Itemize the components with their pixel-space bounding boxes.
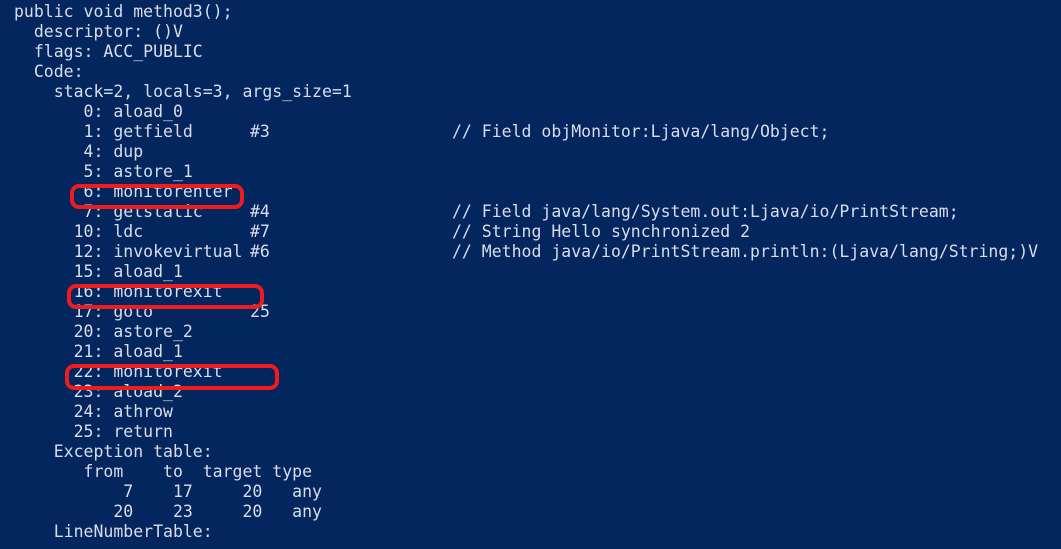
terminal-window: public void method3(); descriptor: ()V f… xyxy=(0,0,1061,549)
code-line: 0: aload_0 xyxy=(0,102,1061,122)
code-line-text: Code: xyxy=(14,62,84,81)
code-line-text: flags: ACC_PUBLIC xyxy=(14,42,203,61)
code-line: 24: athrow xyxy=(0,402,1061,422)
code-line-text: 20: astore_2 xyxy=(14,322,193,341)
code-line: 22: monitorexit xyxy=(0,362,1061,382)
code-line: 17: goto 25 xyxy=(0,302,1061,322)
code-line-text: 6: monitorenter xyxy=(14,182,233,201)
code-line: 20: astore_2 xyxy=(0,322,1061,342)
code-line-text: 21: aload_1 xyxy=(14,342,183,361)
code-line: stack=2, locals=3, args_size=1 xyxy=(0,82,1061,102)
bytecode-comment: // Field java/lang/System.out:Ljava/io/P… xyxy=(452,202,959,221)
code-line-text: 4: dup xyxy=(14,142,144,161)
code-line-text: 10: ldc xyxy=(14,222,144,241)
code-line-text: 24: athrow xyxy=(14,402,173,421)
constant-pool-operand: #4 xyxy=(250,202,270,221)
code-line-text: 0: aload_0 xyxy=(14,102,183,121)
code-line: 15: aload_1 xyxy=(0,262,1061,282)
code-line-text: Exception table: xyxy=(14,442,213,461)
code-line: public void method3(); xyxy=(0,2,1061,22)
code-line-text: 15: aload_1 xyxy=(14,262,183,281)
code-line-text: from to target type xyxy=(14,462,313,481)
code-line-text: 1: getfield xyxy=(14,122,193,141)
code-line: 21: aload_1 xyxy=(0,342,1061,362)
code-line: 5: astore_1 xyxy=(0,162,1061,182)
constant-pool-operand: #3 xyxy=(250,122,270,141)
code-line: 12: invokevirtual #6 // Method java/io/Pri… xyxy=(0,242,1061,262)
code-line: 23: aload_2 xyxy=(0,382,1061,402)
code-line: 25: return xyxy=(0,422,1061,442)
code-line-text: 22: monitorexit xyxy=(14,362,223,381)
code-line-text: descriptor: ()V xyxy=(14,22,183,41)
code-line-text: 23: aload_2 xyxy=(14,382,183,401)
code-line: 6: monitorenter xyxy=(0,182,1061,202)
branch-target-operand: 25 xyxy=(250,302,270,321)
code-line: Code: xyxy=(0,62,1061,82)
code-line-text: public void method3(); xyxy=(14,2,233,21)
code-line-text: 12: invokevirtual xyxy=(14,242,243,261)
bytecode-comment: // String Hello synchronized 2 xyxy=(452,222,751,241)
code-line: 1: getfield #3 // Field objMonitor:Ljava/l… xyxy=(0,122,1061,142)
code-line-text: 25: return xyxy=(14,422,173,441)
code-line: LineNumberTable: xyxy=(0,522,1061,542)
code-line-text: 16: monitorexit xyxy=(14,282,223,301)
code-line: 20 23 20 any xyxy=(0,502,1061,522)
bytecode-comment: // Method java/io/PrintStream.println:(L… xyxy=(452,242,1039,261)
code-line: 16: monitorexit xyxy=(0,282,1061,302)
code-line-text: LineNumberTable: xyxy=(14,522,213,541)
code-line: Exception table: xyxy=(0,442,1061,462)
code-line-text: 7 17 20 any xyxy=(14,482,322,501)
code-line-text: 7: getstatic xyxy=(14,202,203,221)
code-line: 10: ldc #7 // String Hello synchronized 2 xyxy=(0,222,1061,242)
bytecode-comment: // Field objMonitor:Ljava/lang/Object; xyxy=(452,122,830,141)
constant-pool-operand: #6 xyxy=(250,242,270,261)
code-line-text: 17: goto xyxy=(14,302,154,321)
code-line: 7: getstatic #4 // Field java/lang/System.… xyxy=(0,202,1061,222)
constant-pool-operand: #7 xyxy=(250,222,270,241)
code-line: from to target type xyxy=(0,462,1061,482)
code-line: 7 17 20 any xyxy=(0,482,1061,502)
code-line-text: 5: astore_1 xyxy=(14,162,193,181)
javap-code-listing[interactable]: public void method3(); descriptor: ()V f… xyxy=(0,0,1061,542)
code-line-text: stack=2, locals=3, args_size=1 xyxy=(14,82,352,101)
code-line: 4: dup xyxy=(0,142,1061,162)
code-line: flags: ACC_PUBLIC xyxy=(0,42,1061,62)
code-line: descriptor: ()V xyxy=(0,22,1061,42)
code-line-text: 20 23 20 any xyxy=(14,502,322,521)
